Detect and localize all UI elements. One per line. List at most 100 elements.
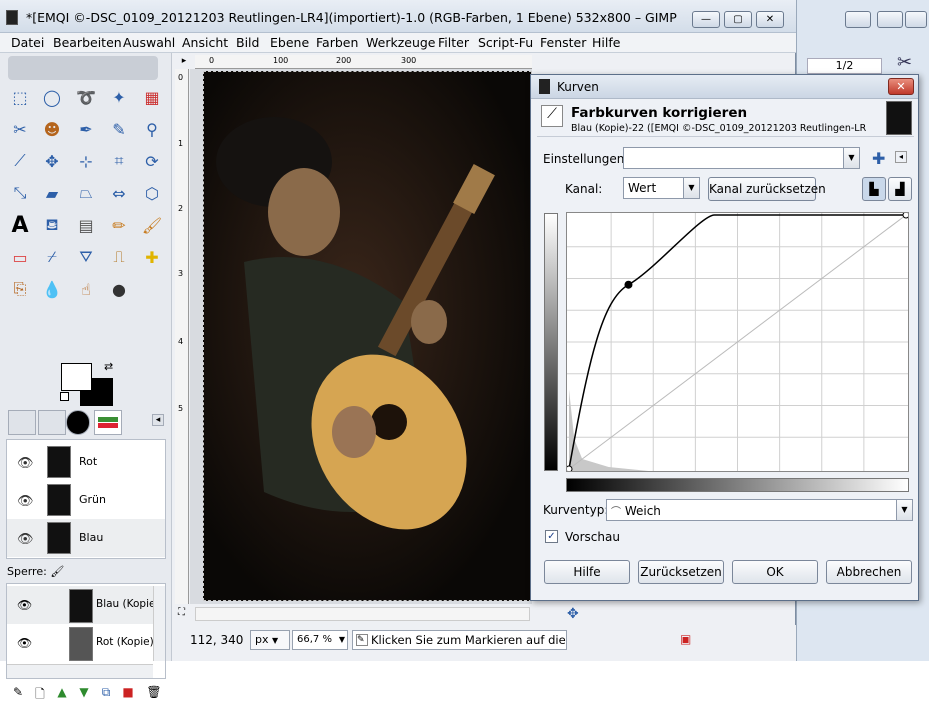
- visibility-eye-icon[interactable]: 👁: [17, 636, 32, 650]
- rotate-icon[interactable]: ⟳: [140, 149, 164, 173]
- anchor-layer-icon[interactable]: ■: [120, 685, 136, 701]
- curve-control-point[interactable]: [902, 211, 910, 219]
- tab-layers[interactable]: [94, 410, 122, 435]
- dock-menu-icon[interactable]: ◂: [152, 414, 164, 426]
- menu-bild[interactable]: Bild: [236, 35, 259, 50]
- zoom-icon[interactable]: ⚲: [140, 117, 164, 141]
- preview-checkbox[interactable]: ✓: [545, 530, 558, 543]
- move-icon[interactable]: ✥: [40, 149, 64, 173]
- flip-icon[interactable]: ⇔: [107, 181, 131, 205]
- visibility-eye-icon[interactable]: 👁: [17, 494, 34, 509]
- raise-layer-icon[interactable]: ▲: [54, 685, 70, 701]
- tab-tool-options[interactable]: [8, 410, 36, 435]
- reset-button[interactable]: Zurücksetzen: [638, 560, 724, 584]
- close-button[interactable]: ✕: [756, 11, 784, 28]
- scissors-icon[interactable]: ✂: [8, 117, 32, 141]
- menu-ansicht[interactable]: Ansicht: [182, 35, 228, 50]
- visibility-eye-icon[interactable]: 👁: [17, 532, 34, 547]
- new-layer-icon[interactable]: 🗋: [32, 685, 48, 701]
- rect-select-icon[interactable]: ⬚: [8, 85, 32, 109]
- blur-icon[interactable]: 💧: [40, 277, 64, 301]
- linear-histogram-icon[interactable]: ▙: [862, 177, 886, 201]
- vertical-scrollbar[interactable]: [153, 586, 165, 661]
- bg-minimize-button[interactable]: [845, 11, 871, 28]
- delete-layer-icon[interactable]: 🗑: [146, 685, 162, 701]
- reset-channel-button[interactable]: Kanal zurücksetzen: [708, 177, 826, 201]
- paths-icon[interactable]: ✒: [74, 117, 98, 141]
- list-item[interactable]: 👁 Grün: [7, 481, 165, 519]
- save-icon[interactable]: ▣: [680, 632, 691, 646]
- zoom-toggle-icon[interactable]: ⛶: [178, 607, 190, 619]
- menu-werkzeuge[interactable]: Werkzeuge: [366, 35, 436, 50]
- ellipse-select-icon[interactable]: ◯: [40, 85, 64, 109]
- unit-select[interactable]: px ▼: [250, 630, 290, 650]
- settings-combo[interactable]: ▼: [623, 147, 860, 169]
- visibility-eye-icon[interactable]: 👁: [17, 598, 32, 612]
- dialog-close-button[interactable]: ✕: [888, 78, 914, 95]
- foreground-select-icon[interactable]: ☻: [40, 117, 64, 141]
- smudge-icon[interactable]: ☝: [74, 277, 98, 301]
- dodge-burn-icon[interactable]: ●: [107, 277, 131, 301]
- magic-wand-icon[interactable]: ✦: [107, 85, 131, 109]
- curve-control-point[interactable]: [624, 280, 633, 289]
- curve-control-point[interactable]: [565, 465, 573, 473]
- menu-hilfe[interactable]: Hilfe: [592, 35, 620, 50]
- align-icon[interactable]: ⊹: [74, 149, 98, 173]
- airbrush-icon[interactable]: ⌿: [40, 245, 64, 269]
- list-item[interactable]: 👁 Rot (Kopie): [7, 624, 154, 662]
- text-icon[interactable]: A: [8, 213, 32, 238]
- paintbrush-icon[interactable]: 🖌: [140, 213, 164, 237]
- blend-icon[interactable]: ▤: [74, 213, 98, 237]
- add-preset-icon[interactable]: ✚: [872, 149, 885, 168]
- list-item[interactable]: 👁 Blau (Kopie): [7, 586, 160, 624]
- duplicate-layer-icon[interactable]: ⧉: [98, 685, 114, 701]
- bucket-fill-icon[interactable]: ⛾: [40, 213, 64, 237]
- menu-farben[interactable]: Farben: [316, 35, 358, 50]
- help-button[interactable]: Hilfe: [544, 560, 630, 584]
- crop-icon[interactable]: ⌗: [107, 149, 131, 173]
- perspective-icon[interactable]: ⏢: [74, 181, 98, 205]
- channel-combo[interactable]: Wert ▼: [623, 177, 700, 199]
- clone-icon[interactable]: ⎍: [107, 245, 131, 269]
- menu-script-fu[interactable]: Script-Fu: [478, 35, 533, 50]
- menu-fenster[interactable]: Fenster: [540, 35, 586, 50]
- list-item[interactable]: 👁 Rot: [7, 443, 165, 481]
- bg-maximize-button[interactable]: [877, 11, 903, 28]
- menu-ebene[interactable]: Ebene: [270, 35, 309, 50]
- horizontal-scrollbar[interactable]: [195, 607, 530, 621]
- eraser-icon[interactable]: ▭: [8, 245, 32, 269]
- scale-icon[interactable]: ⤡: [8, 181, 32, 205]
- image-canvas[interactable]: [203, 71, 532, 601]
- horizontal-scrollbar[interactable]: [7, 664, 153, 678]
- zoom-select[interactable]: 66,7 % ▼: [292, 630, 348, 650]
- ok-button[interactable]: OK: [732, 560, 818, 584]
- bg-close-button[interactable]: [905, 11, 927, 28]
- cage-icon[interactable]: ⬡: [140, 181, 164, 205]
- navigate-icon[interactable]: ✥: [567, 606, 579, 622]
- tab-brushes[interactable]: [66, 410, 90, 435]
- ink-icon[interactable]: ⛛: [74, 245, 98, 269]
- perspective-clone-icon[interactable]: ⎘: [8, 277, 32, 301]
- minimize-button[interactable]: —: [692, 11, 720, 28]
- lasso-icon[interactable]: ➰: [74, 85, 98, 109]
- menu-auswahl[interactable]: Auswahl: [123, 35, 175, 50]
- log-histogram-icon[interactable]: ▟: [888, 177, 912, 201]
- brush-lock-icon[interactable]: 🖌: [50, 565, 64, 578]
- edit-layer-icon[interactable]: ✎: [10, 685, 26, 701]
- tab-device-status[interactable]: [38, 410, 66, 435]
- shear-icon[interactable]: ▰: [40, 181, 64, 205]
- color-picker-icon[interactable]: ✎: [107, 117, 131, 141]
- swap-colors-icon[interactable]: ⇄: [104, 360, 113, 373]
- pencil-icon[interactable]: ✏: [107, 213, 131, 237]
- color-select-icon[interactable]: ▦: [140, 85, 164, 109]
- preset-menu-icon[interactable]: ◂: [895, 151, 907, 163]
- menu-bearbeiten[interactable]: Bearbeiten: [53, 35, 122, 50]
- tools-icon[interactable]: ✂: [897, 52, 912, 73]
- measure-icon[interactable]: ⟋: [8, 149, 32, 173]
- quick-mask-corner-icon[interactable]: ▸: [178, 56, 190, 68]
- foreground-color[interactable]: [61, 363, 92, 391]
- heal-icon[interactable]: ✚: [140, 245, 164, 269]
- cancel-button[interactable]: Abbrechen: [826, 560, 912, 584]
- visibility-eye-icon[interactable]: 👁: [17, 456, 34, 471]
- curve-type-combo[interactable]: ⌒ Weich ▼: [606, 499, 913, 521]
